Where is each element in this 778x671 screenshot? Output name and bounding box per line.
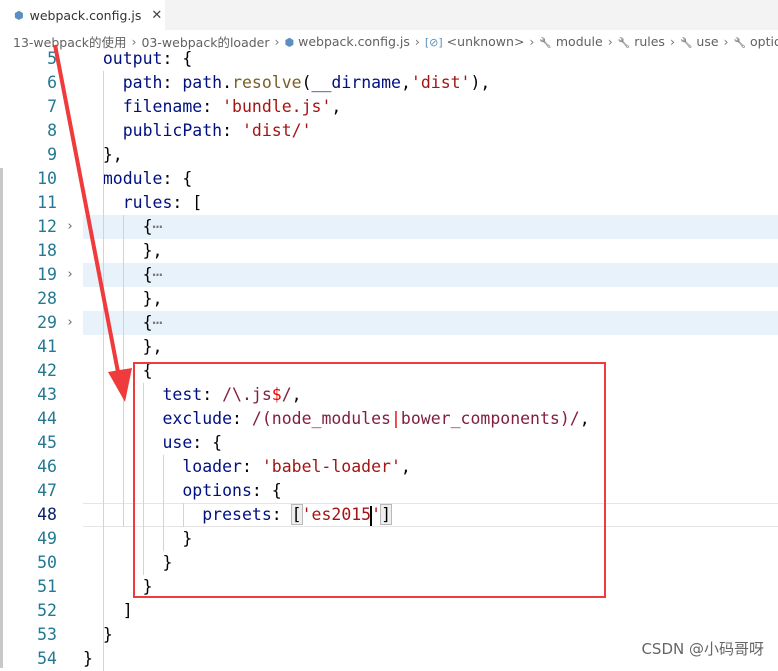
watermark: CSDN @小码哥呀 bbox=[641, 640, 764, 658]
annotation-arrow bbox=[53, 44, 132, 402]
